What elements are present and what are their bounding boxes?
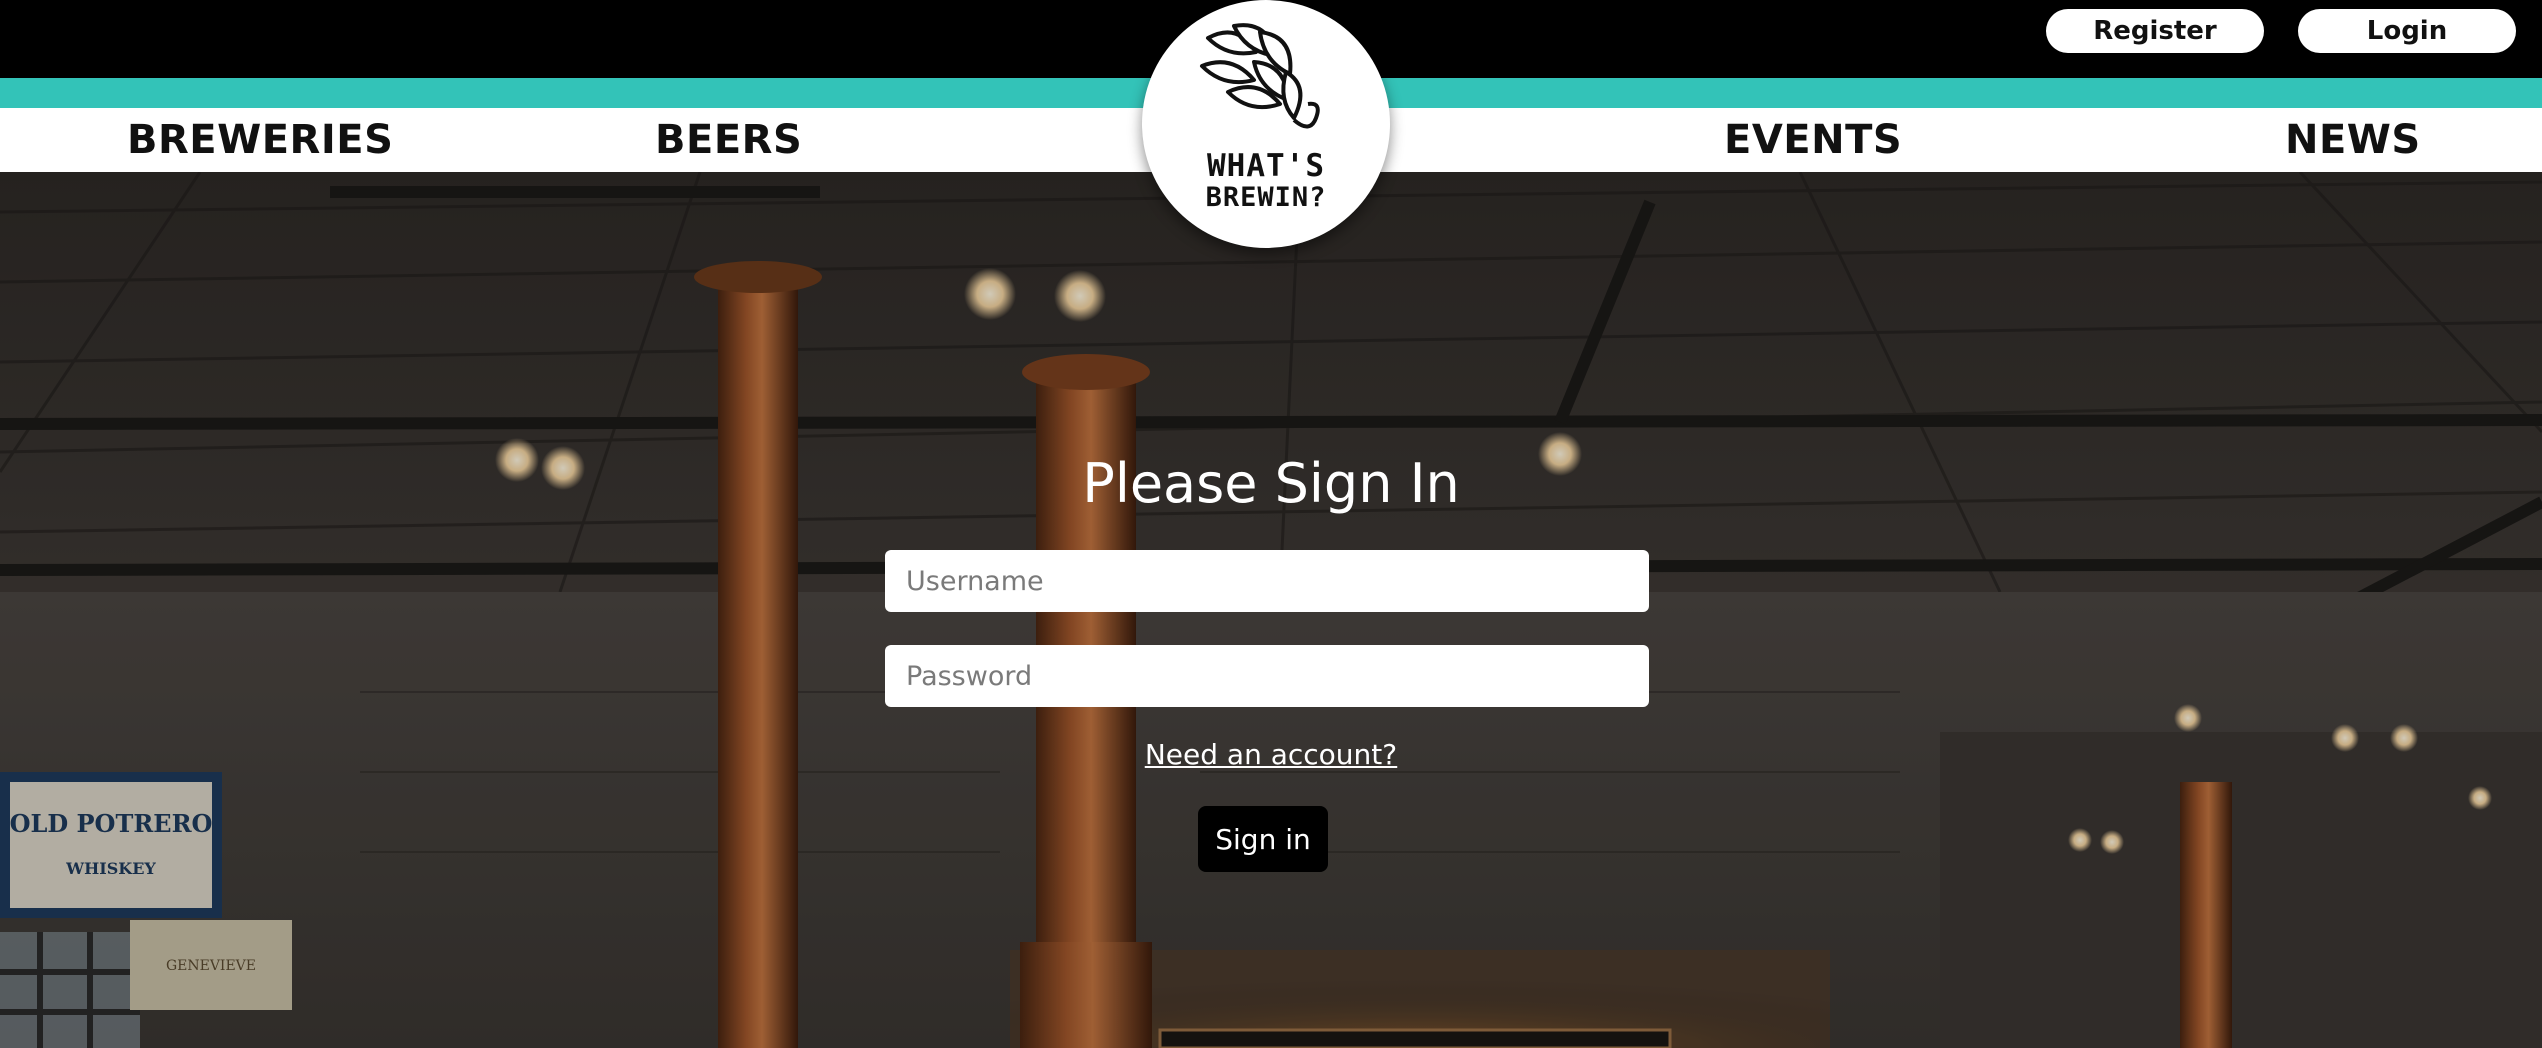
nav-beers[interactable]: BEERS (655, 108, 802, 172)
password-input[interactable] (885, 645, 1649, 707)
username-input[interactable] (885, 550, 1649, 612)
logo-wordmark: WHAT'S BREWIN? (1142, 150, 1390, 214)
register-button[interactable]: Register (2046, 9, 2264, 53)
hop-icon (1200, 23, 1320, 129)
signin-button[interactable]: Sign in (1198, 806, 1328, 872)
need-account-link[interactable]: Need an account? (1145, 738, 1397, 771)
signin-title: Please Sign In (1082, 452, 1460, 515)
logo-line-2: BREWIN? (1205, 182, 1327, 213)
need-account-row: Need an account? (0, 738, 2542, 771)
logo-line-1: WHAT'S (1207, 148, 1325, 184)
nav-breweries[interactable]: BREWERIES (127, 108, 393, 172)
nav-events[interactable]: EVENTS (1724, 108, 1902, 172)
login-button[interactable]: Login (2298, 9, 2516, 53)
nav-news[interactable]: NEWS (2285, 108, 2421, 172)
site-logo[interactable]: WHAT'S BREWIN? (1142, 0, 1390, 248)
